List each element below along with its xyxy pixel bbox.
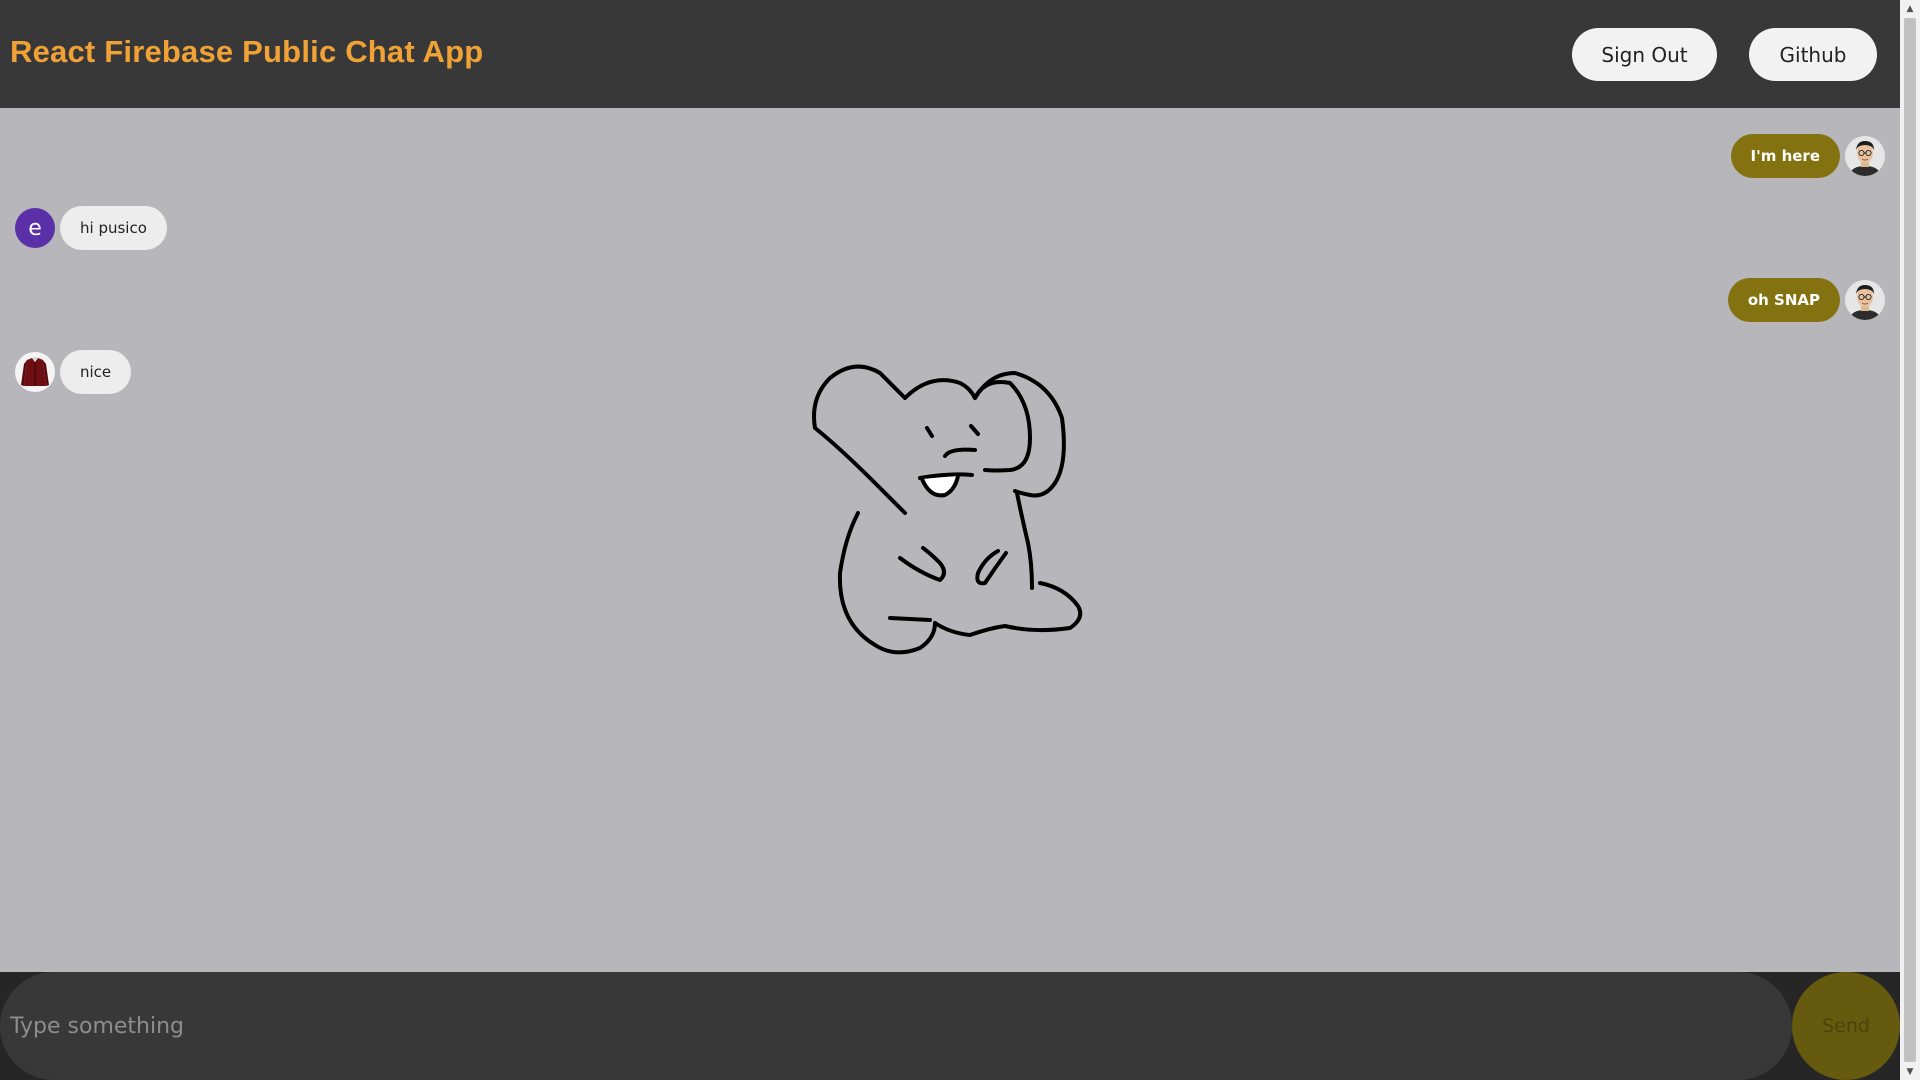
message-bubble: oh SNAP	[1727, 278, 1840, 322]
message-input[interactable]	[0, 972, 1792, 1080]
letter-avatar: e	[15, 208, 55, 248]
message-received: e hi pusico	[15, 206, 167, 250]
message-composer: Send	[0, 972, 1900, 1080]
message-bubble: I'm here	[1730, 134, 1840, 178]
message-bubble: nice	[60, 350, 132, 394]
user-avatar	[1845, 136, 1885, 176]
jacket-photo-icon	[15, 352, 55, 392]
message-list[interactable]: I'm here e hi pusico oh SNAP nice	[0, 108, 1900, 972]
vertical-scrollbar[interactable]: ▲ ▼	[1900, 0, 1920, 1080]
send-button[interactable]: Send	[1792, 972, 1900, 1080]
scroll-thumb[interactable]	[1904, 18, 1916, 1062]
message-bubble: hi pusico	[60, 206, 167, 250]
elephant-sketch-icon	[812, 364, 1083, 655]
scroll-up-icon[interactable]: ▲	[1900, 0, 1920, 17]
github-button[interactable]: Github	[1749, 28, 1877, 81]
sign-out-button[interactable]: Sign Out	[1572, 28, 1717, 81]
message-sent: I'm here	[1730, 134, 1885, 178]
app-title: React Firebase Public Chat App	[10, 34, 484, 69]
chat-app: React Firebase Public Chat App Sign Out …	[0, 0, 1920, 1080]
user-photo-icon	[1845, 280, 1885, 320]
user-photo-icon	[1845, 136, 1885, 176]
scroll-down-icon[interactable]: ▼	[1900, 1063, 1920, 1080]
user-avatar	[1845, 280, 1885, 320]
user-avatar	[15, 352, 55, 392]
app-header: React Firebase Public Chat App Sign Out …	[0, 0, 1900, 108]
message-sent: oh SNAP	[1727, 278, 1885, 322]
message-received: nice	[15, 350, 132, 394]
